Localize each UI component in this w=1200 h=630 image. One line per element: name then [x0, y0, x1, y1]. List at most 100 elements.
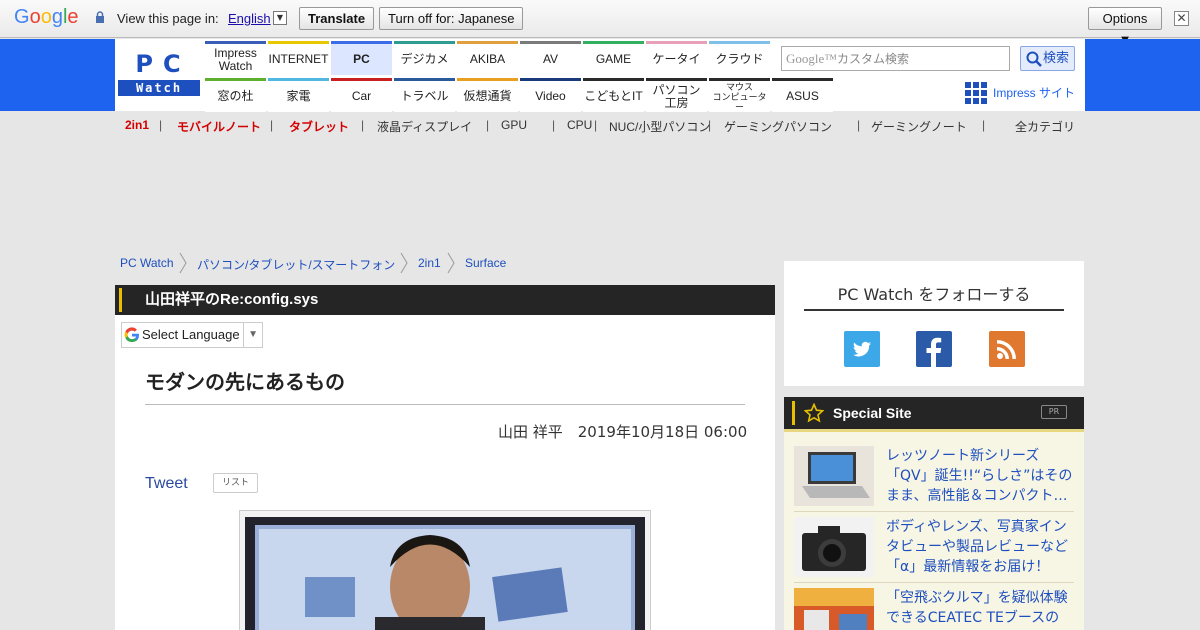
- options-button[interactable]: Options ▼: [1088, 7, 1162, 47]
- breadcrumb-item[interactable]: Surface: [465, 256, 506, 270]
- category-separator: |: [486, 118, 490, 132]
- language-link[interactable]: English: [228, 11, 271, 26]
- all-categories-link[interactable]: 全カテゴリ: [1015, 118, 1075, 135]
- nav-item-0-1[interactable]: INTERNET: [268, 41, 329, 75]
- category-link[interactable]: ゲーミングノート: [871, 118, 967, 135]
- impress-site-link[interactable]: Impress サイト: [965, 82, 1075, 104]
- nav-item-0-3[interactable]: デジカメ: [394, 41, 455, 75]
- search-placeholder: カスタム検索: [837, 52, 910, 66]
- chevron-down-icon: ▼: [243, 323, 258, 347]
- search-input[interactable]: Google™カスタム検索: [781, 46, 1010, 71]
- list-item[interactable]: レッツノート新シリーズ「QV」誕生!!“らしさ”はそのまま、高性能＆コンパクト…: [794, 446, 1074, 512]
- series-title[interactable]: 山田祥平のRe:config.sys: [145, 285, 318, 315]
- nav-item-0-5[interactable]: AV: [520, 41, 581, 75]
- language-select[interactable]: Select Language ▼: [121, 322, 263, 348]
- facebook-icon[interactable]: [916, 331, 952, 367]
- category-link[interactable]: 液晶ディスプレイ: [377, 118, 472, 135]
- category-link[interactable]: CPU: [567, 118, 592, 132]
- article-photo[interactable]: [245, 517, 645, 630]
- laptop-thumbnail: [794, 446, 874, 506]
- pc-watch-logo[interactable]: PC Watch: [118, 48, 200, 96]
- special-site-header: Special Site PR: [784, 397, 1084, 429]
- nav-item-0-8[interactable]: クラウド: [709, 41, 770, 75]
- list-button[interactable]: リスト: [213, 473, 258, 493]
- language-select-label: Select Language: [142, 327, 240, 342]
- rss-icon[interactable]: [989, 331, 1025, 367]
- follow-divider: [804, 309, 1064, 311]
- category-link[interactable]: 2in1: [125, 118, 149, 132]
- category-separator: |: [708, 118, 712, 132]
- nav-item-1-8[interactable]: マウス コンピューター: [709, 78, 770, 112]
- booth-thumbnail: [794, 588, 874, 630]
- special-item-text: ボディやレンズ、写真家インタビューや製品レビューなど「α」最新情報をお届け！: [886, 519, 1068, 575]
- category-separator: |: [159, 118, 163, 132]
- google-logo: Google: [14, 6, 79, 28]
- special-item-text: 「空飛ぶクルマ」を疑似体験できるCEATEC TEブースの: [886, 590, 1068, 626]
- nav-item-1-1[interactable]: 家電: [268, 78, 329, 112]
- section-nav: Impress Watch INTERNET PC デジカメ AKIBA AV GAME ケー…: [205, 41, 833, 112]
- category-separator: |: [270, 118, 274, 132]
- nav-item-0-7[interactable]: ケータイ: [646, 41, 707, 75]
- follow-box: PC Watch をフォローする: [784, 261, 1084, 386]
- nav-item-0-2[interactable]: PC: [331, 41, 392, 75]
- impress-site-label: Impress サイト: [993, 86, 1076, 100]
- series-header: 山田祥平のRe:config.sys: [115, 285, 775, 315]
- nav-item-0-4[interactable]: AKIBA: [457, 41, 518, 75]
- category-separator: |: [552, 118, 556, 132]
- category-nav: 2in1 モバイルノート タブレット 液晶ディスプレイ GPU CPU NUC/小型パソコン…: [115, 116, 1085, 136]
- breadcrumb-item[interactable]: パソコン/タブレット/スマートフォン: [197, 256, 395, 273]
- twitter-icon[interactable]: [844, 331, 880, 367]
- star-icon: [804, 403, 824, 423]
- category-separator: |: [982, 118, 986, 132]
- close-icon[interactable]: ✕: [1174, 11, 1189, 26]
- nav-item-1-2[interactable]: Car: [331, 78, 392, 112]
- category-link[interactable]: ゲーミングパソコン: [724, 118, 832, 135]
- nav-item-1-9[interactable]: ASUS: [772, 78, 833, 112]
- breadcrumb-chevron-icon: [179, 252, 187, 274]
- nav-item-1-6[interactable]: こどもとIT: [583, 78, 644, 112]
- breadcrumb-chevron-icon: [447, 252, 455, 274]
- category-link[interactable]: NUC/小型パソコン: [609, 118, 710, 135]
- nav-item-0-6[interactable]: GAME: [583, 41, 644, 75]
- search-icon: [1026, 51, 1042, 67]
- pr-badge: PR: [1041, 405, 1067, 419]
- special-site-title: Special Site: [833, 405, 912, 421]
- special-item-text: レッツノート新シリーズ「QV」誕生!!“らしさ”はそのまま、高性能＆コンパクト…: [886, 448, 1073, 504]
- translate-bar: Google View this page in: English ▼ Tran…: [0, 0, 1200, 47]
- language-dropdown-icon[interactable]: ▼: [273, 11, 287, 25]
- nav-item-1-0[interactable]: 窓の杜: [205, 78, 266, 112]
- translate-button[interactable]: Translate: [299, 7, 375, 30]
- article-byline: 山田 祥平 2019年10月18日 06:00: [498, 423, 748, 441]
- category-separator: |: [594, 118, 598, 132]
- grid-icon: [965, 82, 987, 104]
- follow-title: PC Watch をフォローする: [837, 285, 1031, 304]
- search-brand: Google™: [786, 51, 838, 66]
- category-link[interactable]: モバイルノート: [177, 118, 261, 135]
- category-link[interactable]: GPU: [501, 118, 527, 132]
- breadcrumb-chevron-icon: [400, 252, 408, 274]
- category-separator: |: [361, 118, 365, 132]
- list-item[interactable]: ボディやレンズ、写真家インタビューや製品レビューなど「α」最新情報をお届け！: [794, 517, 1074, 583]
- tweet-link[interactable]: Tweet: [145, 475, 188, 493]
- nav-item-1-3[interactable]: トラベル: [394, 78, 455, 112]
- nav-item-1-7[interactable]: パソコン 工房: [646, 78, 707, 112]
- category-link[interactable]: タブレット: [289, 118, 349, 135]
- view-page-label: View this page in:: [117, 11, 219, 26]
- search-button[interactable]: 検索: [1020, 46, 1075, 71]
- google-g-icon: [124, 327, 139, 343]
- search-button-label: 検索: [1043, 51, 1070, 66]
- turn-off-button[interactable]: Turn off for: Japanese: [379, 7, 524, 30]
- category-separator: |: [857, 118, 861, 132]
- breadcrumb-item[interactable]: PC Watch: [120, 256, 174, 270]
- nav-item-1-4[interactable]: 仮想通貨: [457, 78, 518, 112]
- lock-icon: [96, 11, 104, 23]
- title-divider: [145, 404, 745, 405]
- nav-item-1-5[interactable]: Video: [520, 78, 581, 112]
- nav-item-0-0[interactable]: Impress Watch: [205, 41, 266, 75]
- list-item[interactable]: 「空飛ぶクルマ」を疑似体験できるCEATEC TEブースの: [794, 588, 1074, 630]
- logo-pc-text: PC: [135, 50, 191, 78]
- camera-thumbnail: [794, 517, 874, 577]
- breadcrumb-item[interactable]: 2in1: [418, 256, 441, 270]
- article-title: モダンの先にあるもの: [145, 370, 345, 394]
- logo-watch-text: Watch: [118, 80, 200, 96]
